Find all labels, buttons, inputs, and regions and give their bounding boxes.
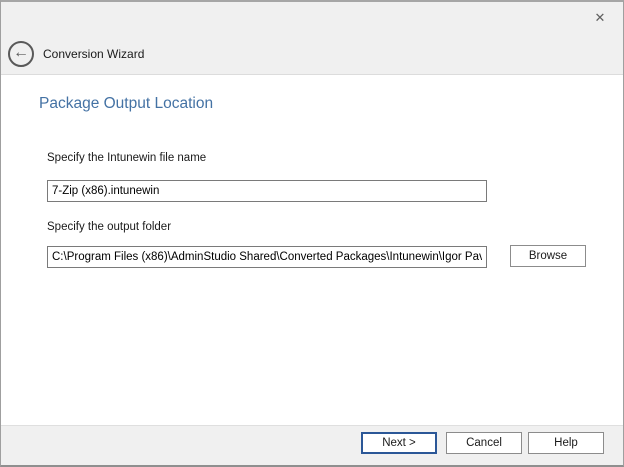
back-button[interactable]: ← (8, 41, 34, 67)
close-icon[interactable]: ✕ (591, 9, 609, 27)
page-title: Package Output Location (39, 95, 213, 113)
cancel-button[interactable]: Cancel (446, 432, 522, 454)
output-folder-field-label: Specify the output folder (47, 221, 171, 233)
filename-input[interactable] (47, 180, 487, 202)
filename-field-label: Specify the Intunewin file name (47, 152, 206, 164)
conversion-wizard-dialog: ✕ ← Conversion Wizard Package Output Loc… (0, 0, 624, 467)
wizard-header: ✕ ← Conversion Wizard (1, 2, 623, 75)
browse-button[interactable]: Browse (510, 245, 586, 267)
output-folder-input[interactable] (47, 246, 487, 268)
wizard-title: Conversion Wizard (43, 47, 144, 61)
help-button[interactable]: Help (528, 432, 604, 454)
next-button[interactable]: Next > (361, 432, 437, 454)
footer-bar: Next > Cancel Help (1, 425, 623, 465)
back-arrow-icon: ← (13, 45, 29, 61)
